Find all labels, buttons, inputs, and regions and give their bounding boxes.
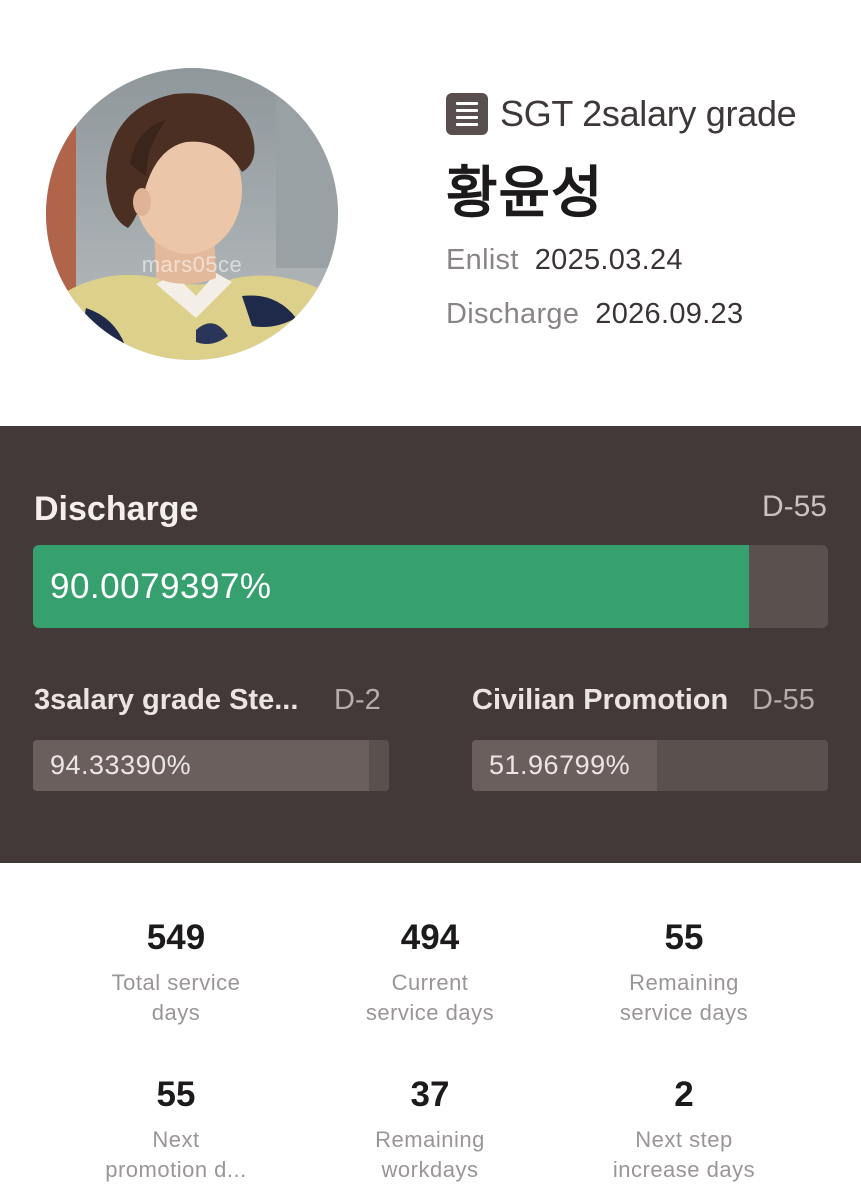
stat-caption-line: service days (365, 1000, 495, 1025)
profile-header: mars05ce SGT 2salary grade 황윤성 Enlist 20… (0, 0, 861, 426)
stat-caption: Next promotion d... (49, 1125, 303, 1185)
discharge-dday: D-55 (761, 490, 827, 523)
stat-caption: Remaining service days (557, 968, 811, 1028)
enlist-label: Enlist (446, 244, 519, 276)
profile-avatar[interactable]: mars05ce (46, 68, 338, 360)
stat-value: 549 (146, 918, 206, 957)
stat-caption: Remaining workdays (303, 1125, 557, 1185)
discharge-progress-percent: 90.0079397% (50, 567, 272, 606)
discharge-progress-bar[interactable]: 90.0079397% (33, 545, 828, 628)
enlist-date: 2025.03.24 (534, 244, 683, 276)
stat-value: 55 (156, 1075, 196, 1114)
soldier-name: 황윤성 (446, 161, 604, 224)
stat-caption: Total service days (49, 968, 303, 1028)
discharge-date: 2026.09.23 (595, 298, 744, 330)
discharge-date-row: Discharge 2026.09.23 (446, 298, 743, 331)
stat-caption-line: Current (391, 970, 469, 995)
stat-remaining-service-days: 55 Remaining service days (557, 918, 811, 1028)
rank-label: SGT 2salary grade (500, 93, 797, 134)
discharge-progress-title: Discharge (34, 490, 199, 528)
stat-caption-line: Next step (635, 1127, 733, 1152)
step-progress-title: 3salary grade Ste... (34, 684, 299, 716)
civilian-dday: D-55 (752, 684, 815, 716)
civilian-progress-percent: 51.96799% (489, 750, 631, 780)
stat-remaining-workdays: 37 Remaining workdays (303, 1075, 557, 1185)
stat-caption-line: Remaining (629, 970, 739, 995)
stat-caption-line: Total service (111, 970, 241, 995)
stat-value: 37 (410, 1075, 450, 1114)
stat-caption-line: increase days (612, 1157, 756, 1182)
stat-caption: Current service days (303, 968, 557, 1028)
list-icon (446, 93, 488, 135)
civilian-progress-title: Civilian Promotion (472, 684, 729, 716)
stat-value: 2 (674, 1075, 694, 1114)
civilian-progress-bar[interactable]: 51.96799% (472, 740, 828, 791)
stat-caption-line: workdays (381, 1157, 479, 1182)
service-tracker-page: mars05ce SGT 2salary grade 황윤성 Enlist 20… (0, 0, 861, 1200)
avatar-photo (46, 68, 338, 360)
discharge-label: Discharge (446, 298, 580, 330)
stat-caption-line: days (151, 1000, 201, 1025)
stat-caption: Next step increase days (557, 1125, 811, 1185)
stat-next-step-increase-days: 2 Next step increase days (557, 1075, 811, 1185)
stat-total-service-days: 549 Total service days (49, 918, 303, 1028)
step-dday: D-2 (334, 684, 381, 716)
stat-caption-line: promotion d... (105, 1157, 247, 1182)
stat-value: 494 (400, 918, 460, 957)
stat-caption-line: service days (619, 1000, 749, 1025)
progress-panel: Discharge D-55 90.0079397% 3salary grade… (0, 426, 861, 863)
rank-row: SGT 2salary grade (446, 92, 797, 136)
step-progress-bar[interactable]: 94.33390% (33, 740, 389, 791)
stat-caption-line: Remaining (375, 1127, 485, 1152)
stat-current-service-days: 494 Current service days (303, 918, 557, 1028)
avatar-watermark: mars05ce (141, 252, 243, 277)
stat-value: 55 (664, 918, 704, 957)
step-progress-percent: 94.33390% (50, 750, 192, 780)
stat-next-promotion-days: 55 Next promotion d... (49, 1075, 303, 1185)
stat-caption-line: Next (152, 1127, 200, 1152)
enlist-date-row: Enlist 2025.03.24 (446, 244, 683, 277)
